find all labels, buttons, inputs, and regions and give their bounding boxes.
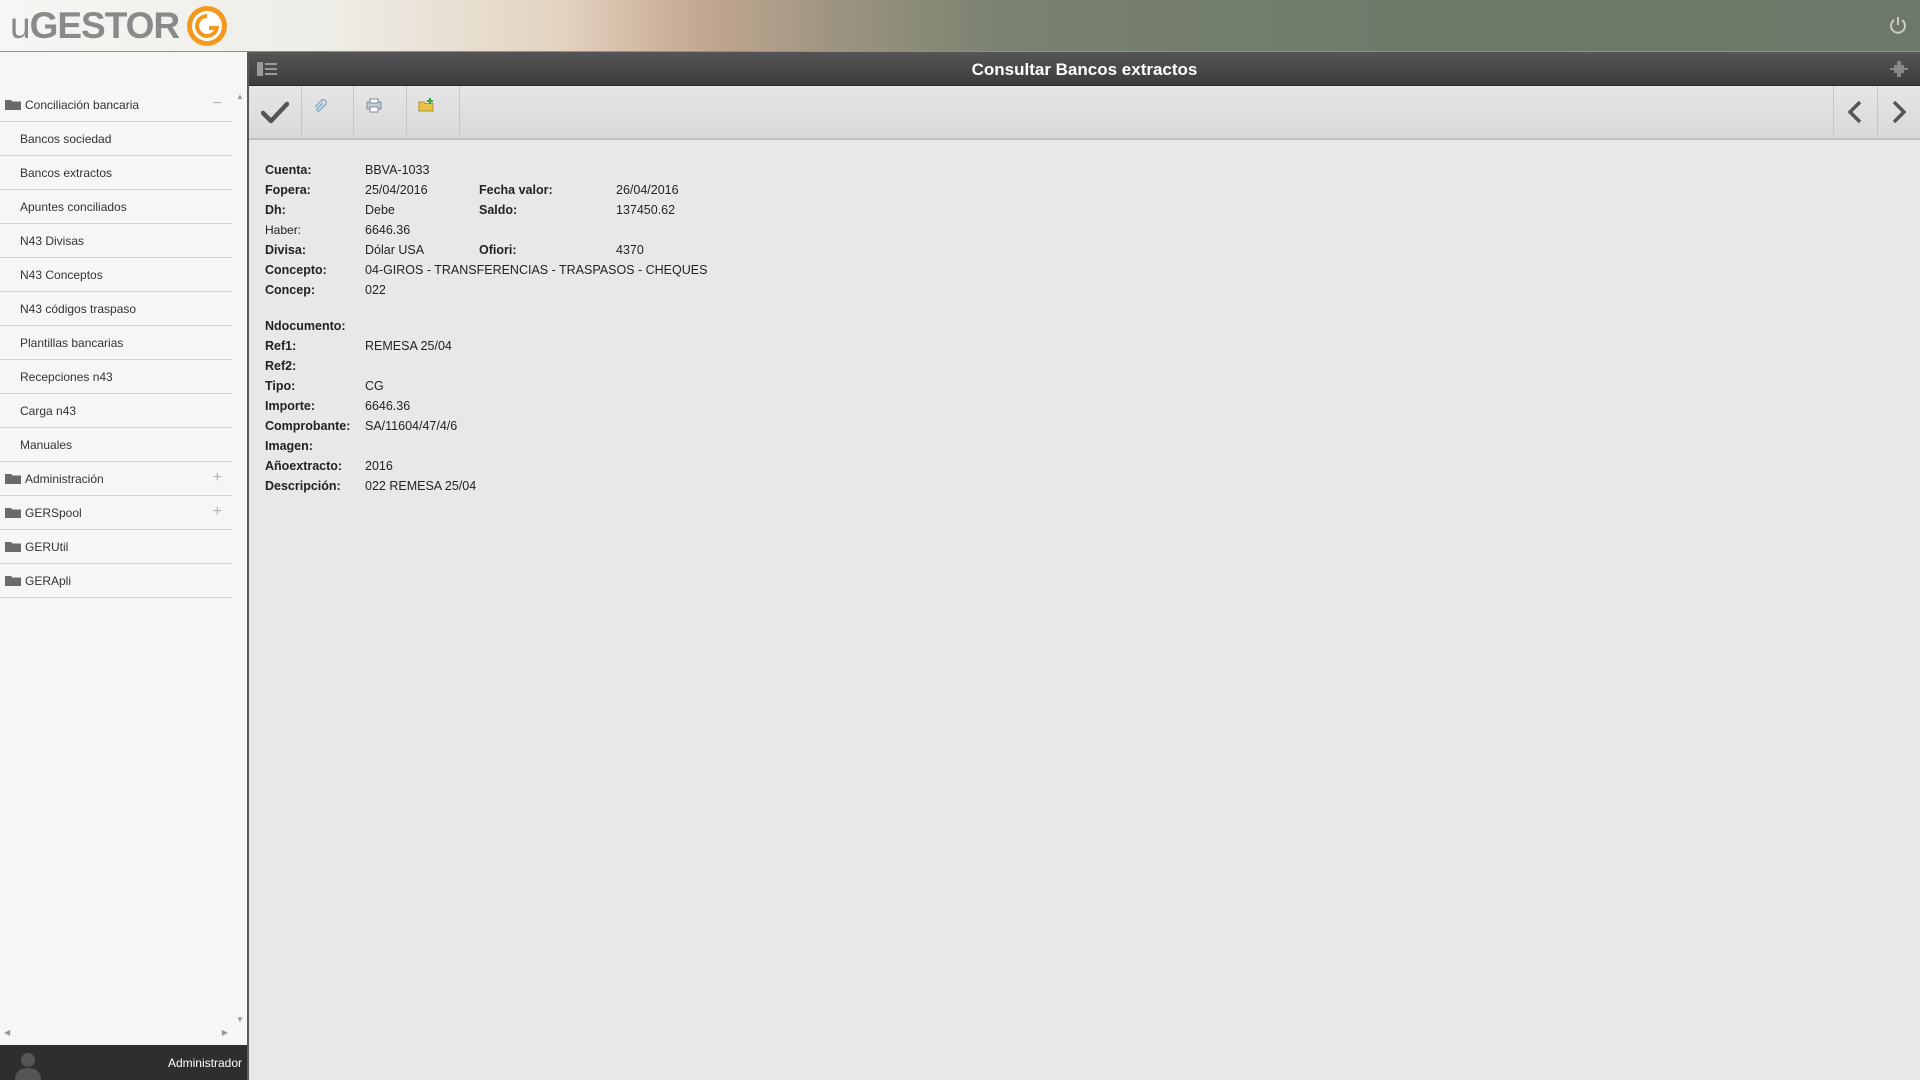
field-label: Importe: bbox=[265, 399, 315, 413]
add-folder-button[interactable] bbox=[408, 86, 460, 138]
scroll-right-icon[interactable]: ▶ bbox=[222, 1028, 228, 1037]
folder-icon bbox=[5, 508, 21, 518]
folder-icon bbox=[5, 542, 21, 552]
sidebar-section-label: GERUtil bbox=[25, 539, 69, 554]
folder-icon bbox=[5, 100, 21, 110]
field-value-saldo: 137450.62 bbox=[616, 203, 676, 217]
sidebar: Conciliación bancaria − Bancos sociedad … bbox=[0, 52, 248, 1080]
folder-add-icon bbox=[418, 98, 433, 112]
sidebar-section-gerutil[interactable]: GERUtil bbox=[0, 530, 232, 564]
field-label: Haber: bbox=[265, 223, 302, 237]
sidebar-item-n43-conceptos[interactable]: N43 Conceptos bbox=[0, 258, 232, 292]
field-value-haber: 6646.36 bbox=[365, 223, 411, 237]
field-value-divisa: Dólar USA bbox=[365, 243, 425, 257]
field-value-fecha-valor: 26/04/2016 bbox=[616, 183, 679, 197]
top-header: uGESTOR bbox=[0, 0, 1920, 52]
sidebar-section-label: Conciliación bancaria bbox=[25, 97, 140, 112]
collapse-toggle[interactable]: − bbox=[213, 96, 222, 112]
field-value-comprobante[interactable]: SA/11604/47/4/6 bbox=[365, 419, 457, 433]
field-value-concep: 022 bbox=[365, 283, 386, 297]
logo-text: uGESTOR bbox=[10, 5, 180, 46]
sidebar-item-plantillas-bancarias[interactable]: Plantillas bancarias bbox=[0, 326, 232, 360]
scroll-up-icon[interactable]: ▲ bbox=[236, 92, 244, 101]
confirm-button[interactable] bbox=[249, 86, 302, 138]
sidebar-item-apuntes-conciliados[interactable]: Apuntes conciliados bbox=[0, 190, 232, 224]
sidebar-item-bancos-extractos[interactable]: Bancos extractos bbox=[0, 156, 232, 190]
field-label: Concepto: bbox=[265, 263, 327, 277]
sidebar-section-conciliacion[interactable]: Conciliación bancaria − bbox=[0, 88, 232, 122]
field-label: Ndocumento: bbox=[265, 319, 346, 333]
sidebar-item-recepciones-n43[interactable]: Recepciones n43 bbox=[0, 360, 232, 394]
sidebar-item-manuales[interactable]: Manuales bbox=[0, 428, 232, 462]
field-label: Cuenta: bbox=[265, 163, 312, 177]
field-label: Divisa: bbox=[265, 243, 306, 257]
sidebar-vertical-scrollbar[interactable]: ▲ ▼ bbox=[234, 88, 246, 1028]
field-label: Descripción: bbox=[265, 479, 341, 493]
field-value-fopera: 25/04/2016 bbox=[365, 183, 428, 197]
avatar[interactable] bbox=[14, 1050, 42, 1080]
chevron-right-icon bbox=[1892, 100, 1907, 124]
field-label: Ofiori: bbox=[479, 243, 517, 257]
sidebar-section-gerspool[interactable]: GERSpool + bbox=[0, 496, 232, 530]
toolbar bbox=[249, 86, 1920, 140]
sidebar-item-carga-n43[interactable]: Carga n43 bbox=[0, 394, 232, 428]
user-bar: Administrador bbox=[0, 1045, 248, 1080]
sidebar-item-n43-divisas[interactable]: N43 Divisas bbox=[0, 224, 232, 258]
next-record-button[interactable] bbox=[1877, 86, 1920, 138]
previous-record-button[interactable] bbox=[1833, 86, 1876, 138]
field-value-cuenta: BBVA-1033 bbox=[365, 163, 430, 177]
logo-mark-icon bbox=[187, 6, 228, 46]
field-value-tipo: CG bbox=[365, 379, 384, 393]
field-value-descripcion: 022 REMESA 25/04 bbox=[365, 479, 477, 493]
folder-icon bbox=[5, 474, 21, 484]
field-value-ofiori: 4370 bbox=[616, 243, 644, 257]
sidebar-section-administracion[interactable]: Administración + bbox=[0, 462, 232, 496]
print-icon bbox=[366, 98, 381, 113]
content-header: Consultar Bancos extractos bbox=[249, 52, 1920, 86]
field-label: Saldo: bbox=[479, 203, 518, 217]
page-title: Consultar Bancos extractos bbox=[971, 60, 1198, 79]
attach-icon bbox=[313, 98, 327, 112]
field-label: Comprobante: bbox=[265, 419, 351, 433]
scroll-left-icon[interactable]: ◀ bbox=[4, 1028, 10, 1037]
expand-toggle[interactable]: + bbox=[213, 504, 222, 520]
field-label: Fopera: bbox=[265, 183, 311, 197]
sidebar-nav: Conciliación bancaria − Bancos sociedad … bbox=[0, 88, 232, 1028]
field-value-anoextracto: 2016 bbox=[365, 459, 393, 473]
print-button[interactable] bbox=[355, 86, 407, 138]
check-icon bbox=[261, 101, 289, 124]
field-label: Ref2: bbox=[265, 359, 297, 373]
attach-button[interactable] bbox=[302, 86, 354, 138]
field-label: Añoextracto: bbox=[265, 459, 343, 473]
sidebar-section-label: GERSpool bbox=[25, 505, 82, 520]
plugin-icon[interactable] bbox=[1890, 61, 1908, 77]
field-value-concepto: 04-GIROS - TRANSFERENCIAS - TRASPASOS - … bbox=[365, 263, 708, 277]
sidebar-horizontal-scrollbar[interactable]: ◀ ▶ bbox=[0, 1028, 232, 1040]
sidebar-section-label: Administración bbox=[25, 471, 104, 486]
user-name[interactable]: Administrador bbox=[168, 1056, 242, 1070]
expand-toggle[interactable]: + bbox=[213, 470, 222, 486]
field-label: Fecha valor: bbox=[479, 183, 553, 197]
power-icon[interactable] bbox=[1888, 15, 1908, 35]
field-value-ref1: REMESA 25/04 bbox=[365, 339, 452, 353]
sidebar-item-bancos-sociedad[interactable]: Bancos sociedad bbox=[0, 122, 232, 156]
sidebar-divider[interactable] bbox=[247, 52, 249, 1080]
field-label: Ref1: bbox=[265, 339, 297, 353]
chevron-left-icon bbox=[1847, 100, 1862, 124]
field-label: Imagen: bbox=[265, 439, 313, 453]
sidebar-section-label: GERApli bbox=[25, 573, 72, 588]
field-value-importe: 6646.36 bbox=[365, 399, 411, 413]
sidebar-item-n43-codigos-traspaso[interactable]: N43 códigos traspaso bbox=[0, 292, 232, 326]
field-value-dh: Debe bbox=[365, 203, 395, 217]
scroll-down-icon[interactable]: ▼ bbox=[236, 1015, 244, 1024]
folder-icon bbox=[5, 576, 21, 586]
field-label: Tipo: bbox=[265, 379, 296, 393]
field-label: Concep: bbox=[265, 283, 315, 297]
field-label: Dh: bbox=[265, 203, 286, 217]
app-logo[interactable]: uGESTOR bbox=[10, 3, 229, 49]
sidebar-section-gerapli[interactable]: GERApli bbox=[0, 564, 232, 598]
